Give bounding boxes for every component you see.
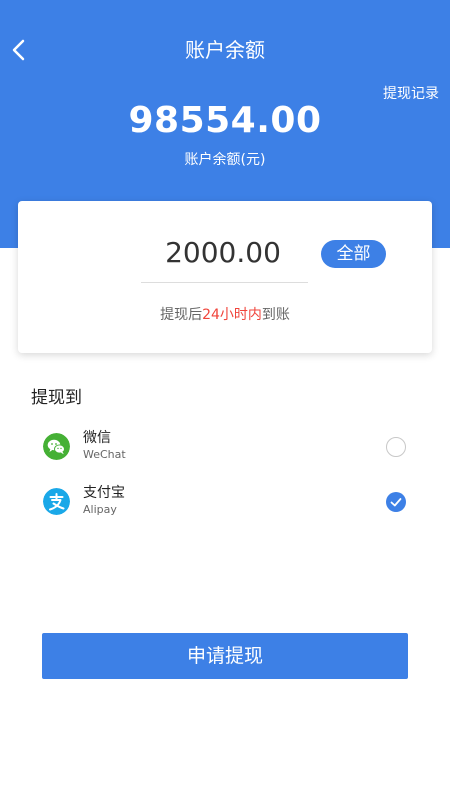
wechat-icon bbox=[43, 433, 70, 460]
payment-option-wechat[interactable]: 微信 WeChat bbox=[0, 421, 450, 473]
balance-amount: 98554.00 bbox=[128, 100, 322, 141]
radio-unchecked[interactable] bbox=[386, 437, 406, 457]
arrival-note: 提现后24小时内到账 bbox=[18, 305, 432, 325]
balance-label: 账户余额(元) bbox=[184, 152, 266, 168]
arrival-note-suffix: 到账 bbox=[261, 307, 290, 323]
withdraw-amount-input[interactable]: 2000.00 bbox=[138, 233, 308, 273]
option-subtitle: Alipay bbox=[83, 503, 117, 516]
submit-withdraw-button[interactable]: 申请提现 bbox=[42, 633, 408, 679]
withdraw-amount-card: 2000.00 全部 提现后24小时内到账 bbox=[18, 201, 432, 353]
option-name: 微信 bbox=[83, 430, 111, 446]
withdraw-to-title: 提现到 bbox=[31, 388, 82, 408]
alipay-icon bbox=[43, 488, 70, 515]
arrival-note-prefix: 提现后 bbox=[160, 307, 203, 323]
check-icon bbox=[390, 498, 402, 507]
arrival-note-highlight: 24小时内 bbox=[202, 307, 262, 323]
amount-underline bbox=[141, 282, 308, 283]
withdraw-all-button[interactable]: 全部 bbox=[321, 240, 386, 268]
option-name: 支付宝 bbox=[83, 485, 125, 501]
page-title: 账户余额 bbox=[185, 38, 265, 62]
option-subtitle: WeChat bbox=[83, 448, 126, 461]
payment-option-alipay[interactable]: 支付宝 Alipay bbox=[0, 476, 450, 528]
radio-checked[interactable] bbox=[386, 492, 406, 512]
